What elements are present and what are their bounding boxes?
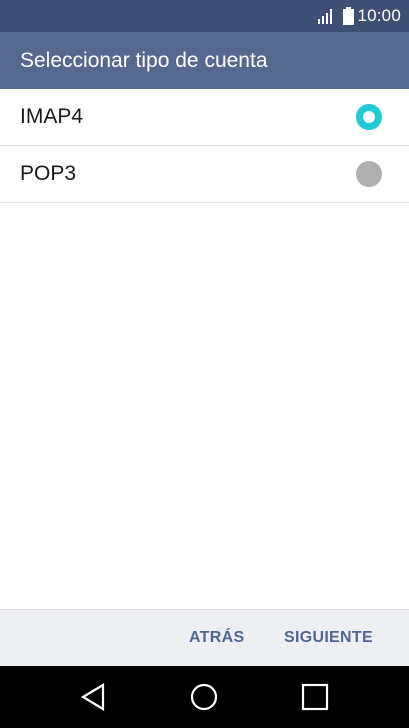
screen: 10:00 Seleccionar tipo de cuenta IMAP4 P… xyxy=(0,0,409,728)
radio-button-unselected[interactable] xyxy=(356,161,382,187)
account-type-list: IMAP4 POP3 xyxy=(0,89,409,203)
page-title: Seleccionar tipo de cuenta xyxy=(20,49,268,72)
status-bar: 10:00 xyxy=(0,0,409,32)
back-icon[interactable] xyxy=(79,682,109,712)
list-item-label: IMAP4 xyxy=(20,105,84,128)
back-button[interactable]: ATRÁS xyxy=(189,610,244,666)
navigation-bar xyxy=(0,666,409,728)
battery-icon xyxy=(343,7,355,25)
status-time: 10:00 xyxy=(357,6,401,25)
action-bar: ATRÁS SIGUIENTE xyxy=(0,609,409,666)
radio-button-selected[interactable] xyxy=(356,104,382,130)
home-icon[interactable] xyxy=(189,682,219,712)
list-item-imap4[interactable]: IMAP4 xyxy=(0,89,409,146)
status-indicators: 10:00 xyxy=(317,0,401,32)
signal-icon xyxy=(317,7,335,25)
app-bar: Seleccionar tipo de cuenta xyxy=(0,32,409,89)
recent-apps-icon[interactable] xyxy=(300,682,330,712)
list-item-label: POP3 xyxy=(20,162,77,185)
next-button[interactable]: SIGUIENTE xyxy=(284,610,373,666)
list-item-pop3[interactable]: POP3 xyxy=(0,146,409,203)
